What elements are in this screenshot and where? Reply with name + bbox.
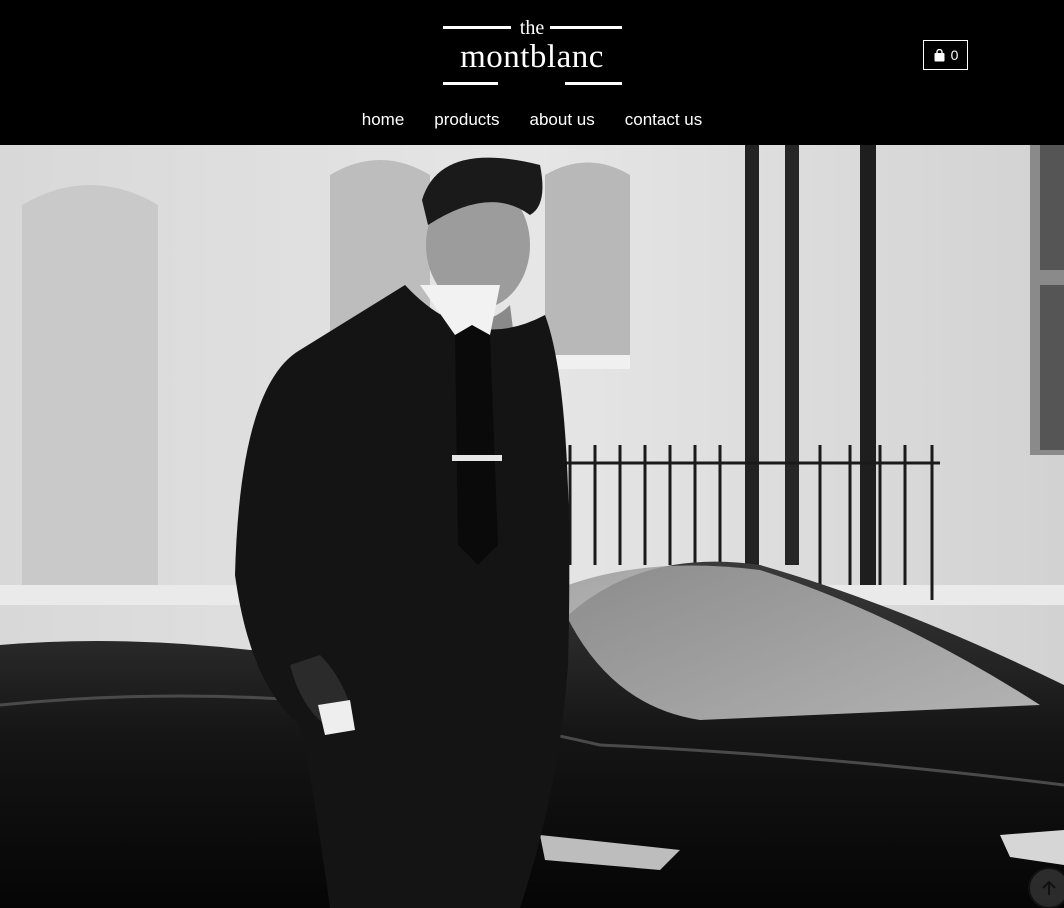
logo-rule	[565, 82, 622, 85]
logo-name: montblanc	[460, 39, 604, 75]
nav-products[interactable]: products	[434, 109, 499, 133]
cart-count: 0	[950, 47, 959, 63]
site-logo[interactable]: the montblanc	[442, 18, 622, 88]
logo-small-text: the	[519, 17, 545, 39]
nav-about-us[interactable]: about us	[530, 109, 595, 133]
logo-rule	[443, 82, 498, 85]
nav-home[interactable]: home	[362, 109, 405, 133]
main-nav: home products about us contact us	[0, 109, 1064, 133]
nav-contact-us[interactable]: contact us	[625, 109, 703, 133]
hero-image	[0, 145, 1064, 908]
back-to-top-button[interactable]	[1028, 867, 1064, 908]
shopping-bag-icon	[933, 48, 946, 62]
arrow-up-icon	[1040, 879, 1058, 897]
cart-button[interactable]: 0	[923, 40, 968, 70]
site-header: the montblanc 0 home products about us c…	[0, 0, 1064, 145]
